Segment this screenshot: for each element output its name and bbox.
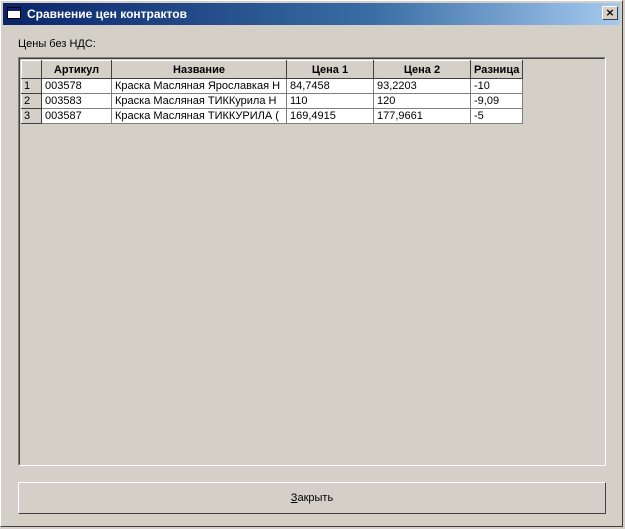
cell-difference[interactable]: -9,09 (469, 93, 524, 109)
cell-article[interactable]: 003587 (41, 108, 112, 124)
cell-article[interactable]: 003578 (41, 78, 112, 94)
column-header-name[interactable]: Название (111, 60, 287, 79)
close-icon: × (605, 6, 615, 19)
cell-price2[interactable]: 120 (373, 93, 471, 109)
table-row[interactable]: 3 003587 Краска Масляная ТИККУРИЛА ( 169… (21, 108, 524, 124)
header-row: Артикул Название Цена 1 Цена 2 Разница (21, 60, 524, 79)
cell-price1[interactable]: 169,4915 (286, 108, 374, 124)
title-bar[interactable]: Сравнение цен контрактов × (3, 3, 620, 25)
row-number[interactable]: 3 (21, 108, 42, 124)
cell-difference[interactable]: -5 (469, 108, 524, 124)
cell-article[interactable]: 003583 (41, 93, 112, 109)
dialog-window: Сравнение цен контрактов × Цены без НДС: (0, 0, 623, 527)
cell-difference[interactable]: -10 (469, 78, 524, 94)
cell-price1[interactable]: 110 (286, 93, 374, 109)
close-button-label: акрыть (297, 492, 334, 504)
grid-viewport: Артикул Название Цена 1 Цена 2 Разница 1… (19, 58, 605, 465)
column-header-price1[interactable]: Цена 1 (286, 60, 374, 79)
column-header-price2[interactable]: Цена 2 (373, 60, 471, 79)
row-number[interactable]: 2 (21, 93, 42, 109)
cell-price2[interactable]: 93,2203 (373, 78, 471, 94)
cell-price1[interactable]: 84,7458 (286, 78, 374, 94)
cell-name[interactable]: Краска Масляная ТИККурила Н (111, 93, 287, 109)
table-row[interactable]: 2 003583 Краска Масляная ТИККурила Н 110… (21, 93, 524, 109)
app-window-icon (7, 7, 21, 19)
cell-name[interactable]: Краска Масляная Ярославкая Н (111, 78, 287, 94)
prices-without-vat-label: Цены без НДС: (18, 38, 96, 50)
column-header-article[interactable]: Артикул (41, 60, 112, 79)
cell-price2[interactable]: 177,9661 (373, 108, 471, 124)
header-corner[interactable] (21, 60, 42, 79)
price-table: Артикул Название Цена 1 Цена 2 Разница 1… (21, 60, 524, 124)
cell-name[interactable]: Краска Масляная ТИККУРИЛА ( (111, 108, 287, 124)
close-button[interactable]: Закрыть (18, 482, 606, 514)
window-close-button[interactable]: × (602, 6, 618, 20)
table-row[interactable]: 1 003578 Краска Масляная Ярославкая Н 84… (21, 78, 524, 94)
column-header-difference[interactable]: Разница (469, 60, 524, 79)
price-comparison-grid[interactable]: Артикул Название Цена 1 Цена 2 Разница 1… (18, 57, 606, 466)
row-number[interactable]: 1 (21, 78, 42, 94)
window-title: Сравнение цен контрактов (27, 7, 187, 21)
